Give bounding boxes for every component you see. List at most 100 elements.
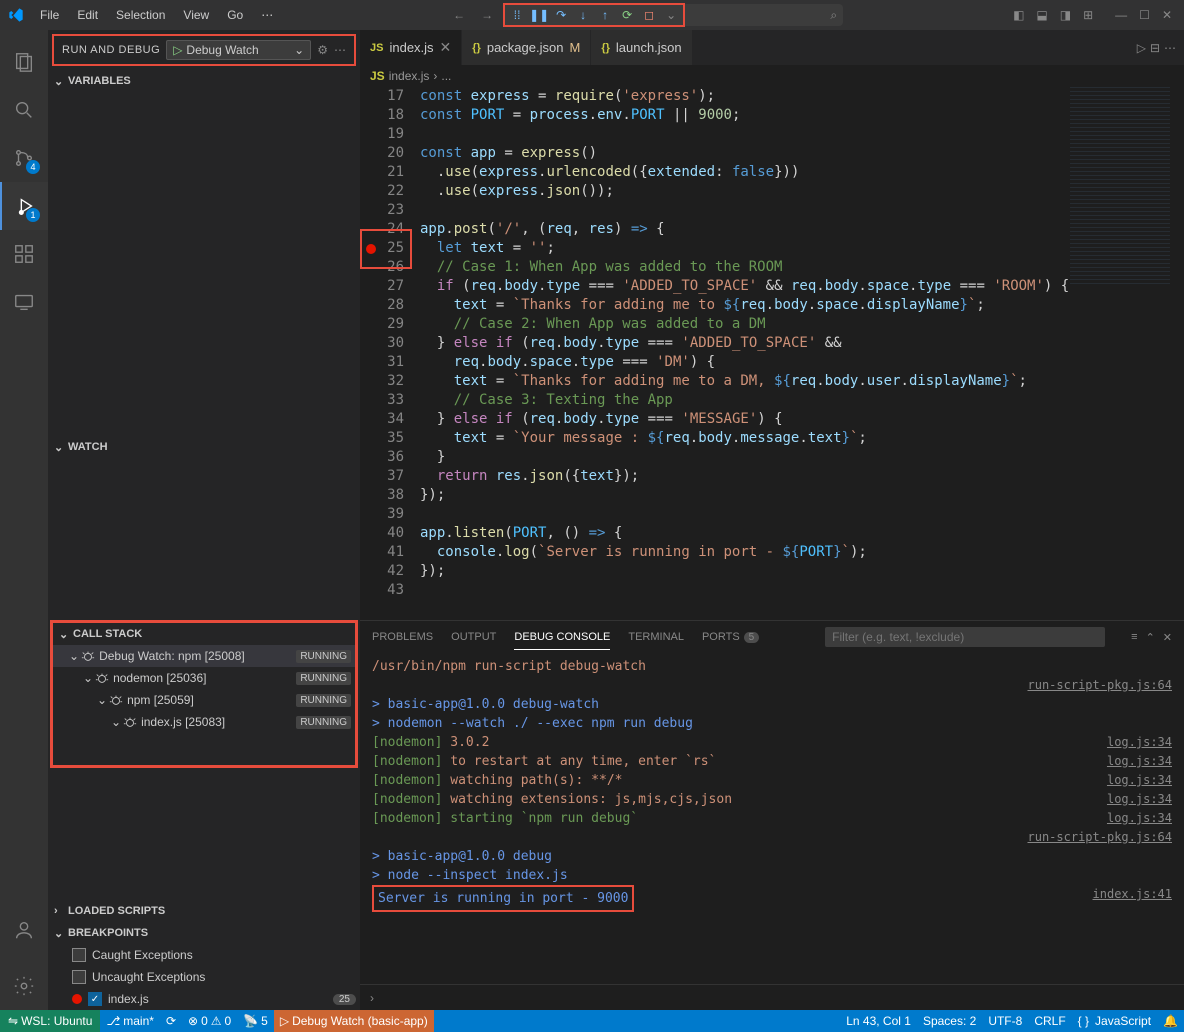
console-source-link[interactable]: run-script-pkg.js:64	[1028, 828, 1173, 847]
warning-icon: ⚠	[211, 1014, 222, 1028]
callstack-row[interactable]: ⌄nodemon [25036]RUNNING	[53, 667, 355, 689]
status-lang[interactable]: { }JavaScript	[1072, 1014, 1157, 1028]
panel-tab-problems[interactable]: PROBLEMS	[372, 625, 433, 649]
console-source-link[interactable]: log.js:34	[1107, 809, 1172, 828]
menu-selection[interactable]: Selection	[108, 4, 173, 26]
status-branch[interactable]: ⎇main*	[100, 1010, 160, 1032]
loaded-scripts-header[interactable]: ›LOADED SCRIPTS	[48, 900, 360, 922]
menu-edit[interactable]: Edit	[69, 4, 106, 26]
more-icon[interactable]: ⋯	[334, 43, 346, 57]
console-filter-input[interactable]	[825, 627, 1105, 647]
bug-icon	[123, 715, 137, 729]
panel-tab-debug-console[interactable]: DEBUG CONSOLE	[514, 625, 610, 650]
console-source-link[interactable]: index.js:41	[1093, 885, 1172, 912]
debug-stop-icon[interactable]: ◻	[641, 7, 657, 23]
layout-bottom-icon[interactable]: ⬓	[1032, 4, 1051, 26]
callstack-row[interactable]: ⌄index.js [25083]RUNNING	[53, 711, 355, 733]
debug-toolbar: ⁞⁞ ❚❚ ↷ ↓ ↑ ⟳ ◻ ⌄	[503, 3, 685, 27]
activity-search[interactable]	[0, 86, 48, 134]
debug-threads-icon[interactable]: ⁞⁞	[509, 7, 525, 23]
split-icon[interactable]: ⊟	[1150, 41, 1160, 55]
checkbox[interactable]	[72, 948, 86, 962]
panel-close-icon[interactable]: ✕	[1163, 631, 1172, 644]
sidebar: RUN AND DEBUG ▷ Debug Watch ⌄ ⚙ ⋯ ⌄VARIA…	[48, 30, 360, 1010]
console-line: > nodemon --watch ./ --exec npm run debu…	[372, 714, 1172, 733]
variables-section-header[interactable]: ⌄VARIABLES	[48, 70, 360, 92]
debug-step-out-icon[interactable]: ↑	[597, 7, 613, 23]
window-close[interactable]: ✕	[1158, 4, 1176, 26]
panel-tab-ports[interactable]: PORTS5	[702, 625, 759, 649]
debug-step-into-icon[interactable]: ↓	[575, 7, 591, 23]
status-indent[interactable]: Spaces: 2	[917, 1014, 982, 1028]
activity-remote[interactable]	[0, 278, 48, 326]
close-icon[interactable]: ✕	[440, 39, 452, 56]
chevron-right-icon: ›	[54, 905, 68, 917]
status-sync[interactable]: ⟳	[160, 1010, 182, 1032]
panel-maximize-icon[interactable]: ⌃	[1146, 631, 1155, 644]
status-debug[interactable]: ▷Debug Watch (basic-app)	[274, 1010, 434, 1032]
line-gutter[interactable]: 1718192021222324252627282930313233343536…	[360, 87, 420, 620]
checkbox-checked[interactable]: ✓	[88, 992, 102, 1006]
debug-restart-icon[interactable]: ⟳	[619, 7, 635, 23]
breakpoint-highlight	[360, 229, 412, 269]
debug-dropdown-icon[interactable]: ⌄	[663, 7, 679, 23]
console-line: [nodemon] watching path(s): **/*log.js:3…	[372, 771, 1172, 790]
callstack-header[interactable]: ⌄CALL STACK	[53, 623, 355, 645]
breakpoints-header[interactable]: ⌄BREAKPOINTS	[48, 922, 360, 944]
gear-icon[interactable]: ⚙	[317, 43, 328, 57]
activity-scm[interactable]: 4	[0, 134, 48, 182]
menu-file[interactable]: File	[32, 4, 67, 26]
more-icon[interactable]: ⋯	[1164, 41, 1176, 55]
editor-tab[interactable]: {}package.jsonM	[462, 30, 591, 65]
activity-extensions[interactable]	[0, 230, 48, 278]
nav-forward[interactable]: →	[475, 4, 499, 26]
editor-tab[interactable]: {}launch.json	[591, 30, 692, 65]
status-ports[interactable]: 📡5	[237, 1010, 274, 1032]
menu-go[interactable]: Go	[219, 4, 251, 26]
panel-tab-output[interactable]: OUTPUT	[451, 625, 496, 649]
command-center[interactable]: ⁞⁞ ❚❚ ↷ ↓ ↑ ⟳ ◻ ⌄ ⌕	[503, 4, 843, 26]
status-encoding[interactable]: UTF-8	[982, 1014, 1028, 1028]
panel-clear-icon[interactable]: ≡	[1131, 631, 1137, 644]
callstack-row[interactable]: ⌄Debug Watch: npm [25008]RUNNING	[53, 645, 355, 667]
minimap[interactable]	[1070, 87, 1170, 287]
menu-view[interactable]: View	[175, 4, 217, 26]
status-remote[interactable]: ⇋WSL: Ubuntu	[0, 1010, 100, 1032]
status-cursor[interactable]: Ln 43, Col 1	[840, 1014, 917, 1028]
editor-tab[interactable]: JSindex.js✕	[360, 30, 462, 65]
panel-tab-terminal[interactable]: TERMINAL	[628, 625, 684, 649]
debug-step-over-icon[interactable]: ↷	[553, 7, 569, 23]
run-icon[interactable]: ▷	[1137, 41, 1146, 55]
debug-console-input[interactable]: ›	[360, 984, 1184, 1010]
menu-more[interactable]: ⋯	[253, 4, 281, 26]
code-editor[interactable]: 1718192021222324252627282930313233343536…	[360, 87, 1184, 620]
window-maximize[interactable]: ☐	[1135, 4, 1154, 26]
activity-debug[interactable]: 1	[0, 182, 48, 230]
status-eol[interactable]: CRLF	[1028, 1014, 1071, 1028]
breakpoint-uncaught[interactable]: Uncaught Exceptions	[48, 966, 360, 988]
breakpoint-caught[interactable]: Caught Exceptions	[48, 944, 360, 966]
debug-pause-icon[interactable]: ❚❚	[531, 7, 547, 23]
breakpoint-file[interactable]: ✓index.js25	[48, 988, 360, 1010]
console-source-link[interactable]: log.js:34	[1107, 790, 1172, 809]
console-source-link[interactable]: log.js:34	[1107, 752, 1172, 771]
status-notifications[interactable]: 🔔	[1157, 1014, 1184, 1028]
debug-config-dropdown[interactable]: ▷ Debug Watch ⌄	[166, 40, 311, 60]
layout-customize-icon[interactable]: ⊞	[1079, 4, 1097, 26]
activity-settings[interactable]	[0, 962, 48, 1010]
checkbox[interactable]	[72, 970, 86, 984]
console-source-link[interactable]: log.js:34	[1107, 771, 1172, 790]
console-source-link[interactable]: log.js:34	[1107, 733, 1172, 752]
console-source-link[interactable]: run-script-pkg.js:64	[1028, 676, 1173, 695]
watch-section-header[interactable]: ⌄WATCH	[48, 436, 360, 458]
window-minimize[interactable]: —	[1111, 4, 1131, 26]
debug-console-output[interactable]: /usr/bin/npm run-script debug-watchrun-s…	[360, 653, 1184, 984]
layout-left-icon[interactable]: ◧	[1009, 4, 1028, 26]
status-errors[interactable]: ⊗0 ⚠0	[182, 1010, 237, 1032]
activity-explorer[interactable]	[0, 38, 48, 86]
breadcrumb[interactable]: JS index.js › ...	[360, 65, 1184, 87]
nav-back[interactable]: ←	[447, 4, 471, 26]
activity-account[interactable]	[0, 906, 48, 954]
callstack-row[interactable]: ⌄npm [25059]RUNNING	[53, 689, 355, 711]
layout-right-icon[interactable]: ◨	[1056, 4, 1075, 26]
